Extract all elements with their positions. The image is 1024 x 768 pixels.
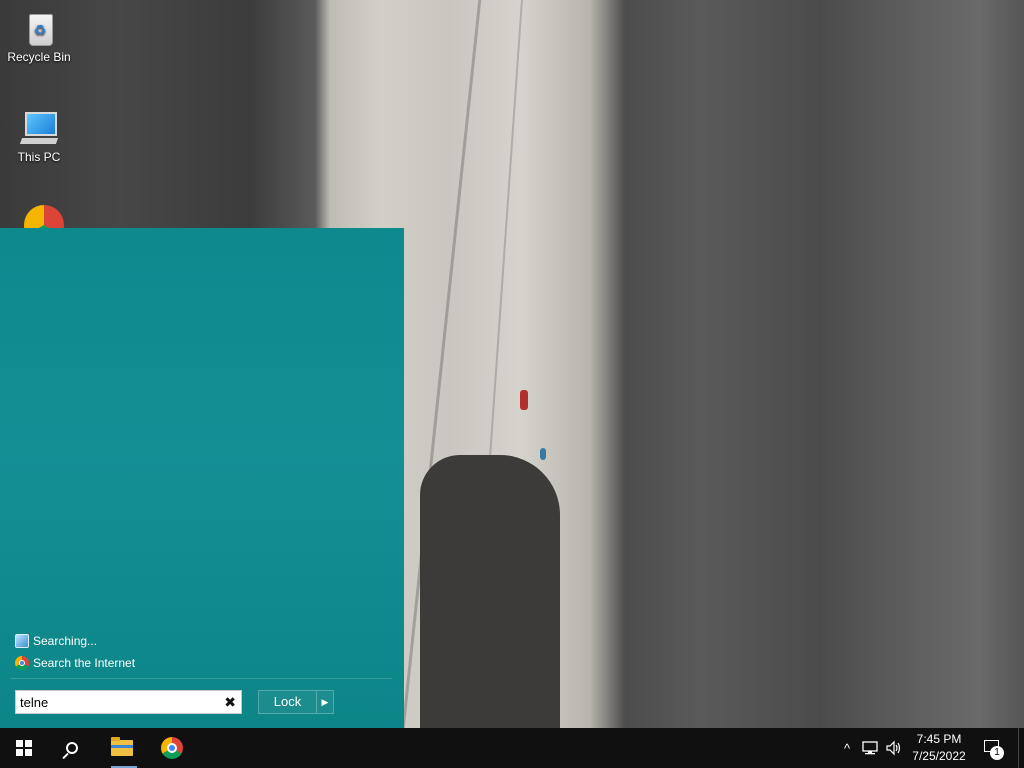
action-center-button[interactable]: 1 — [980, 728, 1008, 768]
clock-date: 7/25/2022 — [912, 749, 966, 763]
result-label: Searching... — [33, 634, 98, 648]
lock-button-label[interactable]: Lock — [259, 691, 317, 713]
show-hidden-icons-button[interactable]: ^ — [838, 728, 856, 768]
start-button[interactable] — [0, 728, 48, 768]
result-label: Search the Internet — [33, 656, 136, 670]
desktop-icon-recycle-bin[interactable]: ♻ Recycle Bin — [1, 8, 77, 64]
wallpaper-detail — [420, 455, 560, 728]
chrome-icon — [15, 656, 29, 670]
taskbar-file-explorer[interactable] — [98, 728, 146, 768]
chrome-icon — [161, 737, 183, 759]
taskbar-clock[interactable]: 7:45 PM 7/25/2022 — [905, 731, 973, 765]
clock-time: 7:45 PM — [916, 732, 962, 746]
show-desktop-button[interactable] — [1018, 728, 1024, 768]
desktop-icon-chrome[interactable] — [24, 205, 64, 229]
network-icon — [862, 741, 878, 755]
computer-icon — [19, 108, 59, 148]
result-search-internet[interactable]: Search the Internet — [15, 654, 135, 672]
windows-start-icon — [16, 740, 32, 756]
chevron-up-icon: ^ — [843, 740, 851, 756]
taskbar-search-button[interactable] — [48, 728, 96, 768]
taskbar: ^ 7:45 PM 7/25/2022 1 — [0, 728, 1024, 768]
wallpaper-detail — [520, 390, 528, 410]
divider — [10, 678, 392, 679]
volume-tray-button[interactable] — [882, 728, 906, 768]
search-results-icon — [15, 634, 29, 648]
wallpaper-detail — [540, 448, 546, 460]
file-explorer-icon — [111, 737, 133, 756]
volume-icon — [886, 740, 901, 756]
recycle-bin-icon: ♻ — [19, 8, 59, 48]
chrome-icon — [24, 205, 64, 229]
start-search-box[interactable]: ✖ — [15, 690, 242, 714]
start-search-input[interactable] — [20, 693, 216, 711]
desktop-icon-label: Recycle Bin — [7, 50, 71, 64]
power-options-arrow-icon[interactable]: ▶ — [317, 691, 333, 713]
search-icon — [66, 742, 78, 754]
taskbar-chrome[interactable] — [148, 728, 196, 768]
notification-count-badge: 1 — [990, 746, 1004, 760]
start-menu: Searching... Search the Internet ✖ Lock … — [0, 228, 404, 728]
desktop-icon-this-pc[interactable]: This PC — [1, 108, 77, 164]
clear-search-icon[interactable]: ✖ — [224, 693, 236, 711]
lock-button[interactable]: Lock ▶ — [258, 690, 334, 714]
network-tray-button[interactable] — [858, 728, 882, 768]
desktop-icon-label: This PC — [17, 150, 61, 164]
result-searching[interactable]: Searching... — [15, 632, 97, 650]
